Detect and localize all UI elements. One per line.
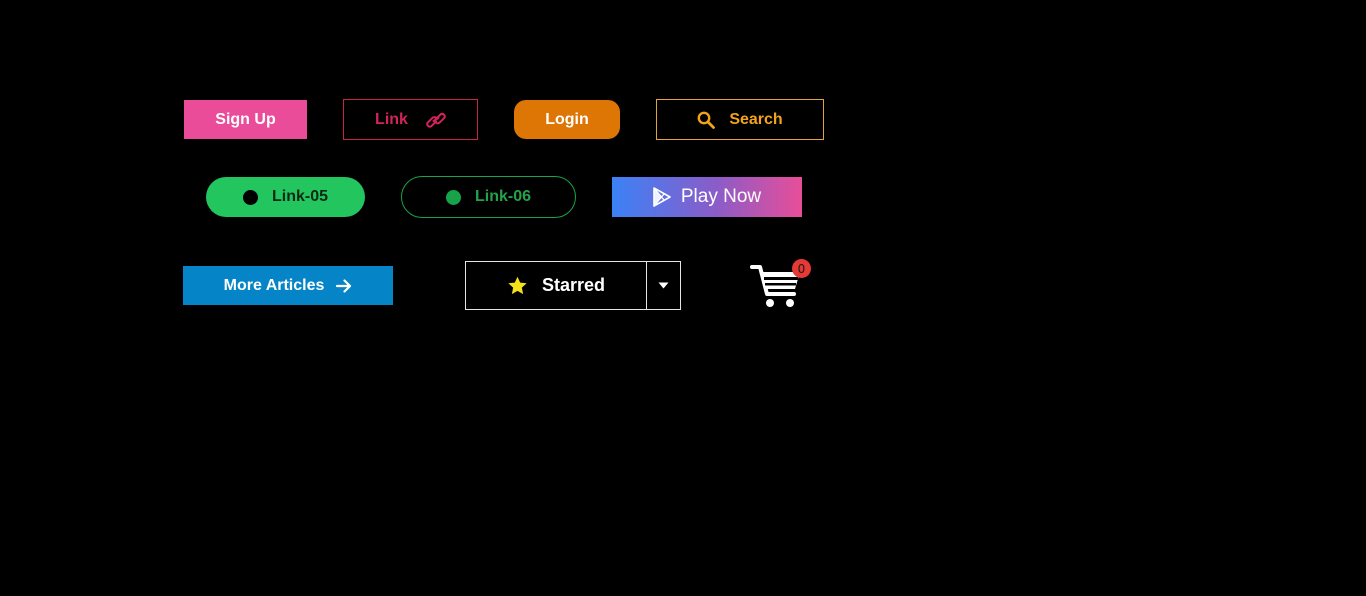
- cart-count-badge: 0: [792, 259, 811, 278]
- login-button[interactable]: Login: [514, 100, 620, 139]
- link-label: Link: [375, 110, 408, 128]
- starred-label: Starred: [541, 275, 606, 295]
- link-06-label: Link-06: [474, 188, 531, 205]
- link-05-label: Link-05: [271, 188, 328, 205]
- link-button[interactable]: Link: [343, 99, 478, 140]
- starred-button[interactable]: Starred: [466, 262, 647, 309]
- starred-split-button: Starred: [465, 261, 681, 310]
- dot-icon: [445, 189, 461, 205]
- link-06-button[interactable]: Link-06: [401, 176, 576, 218]
- link-icon: [426, 112, 446, 128]
- sign-up-button[interactable]: Sign Up: [184, 100, 307, 139]
- more-articles-label: More Articles: [223, 276, 325, 294]
- shopping-cart[interactable]: 0: [750, 258, 812, 310]
- arrow-right-icon: [336, 278, 352, 293]
- search-icon: [697, 111, 716, 129]
- link-05-button[interactable]: Link-05: [206, 177, 365, 217]
- sign-up-label: Sign Up: [215, 110, 276, 128]
- caret-down-icon: [658, 282, 669, 289]
- search-label: Search: [729, 110, 783, 128]
- play-store-icon: [653, 187, 671, 207]
- play-now-button[interactable]: Play Now: [612, 177, 802, 217]
- more-articles-button[interactable]: More Articles: [183, 266, 393, 305]
- play-now-label: Play Now: [680, 186, 762, 207]
- dot-icon: [242, 189, 258, 205]
- button-showcase: Sign Up Link Login Search Link-05 Link-0…: [0, 0, 1366, 596]
- starred-dropdown-toggle[interactable]: [647, 262, 680, 309]
- search-button[interactable]: Search: [656, 99, 824, 140]
- login-label: Login: [545, 110, 589, 128]
- star-icon: [507, 276, 528, 296]
